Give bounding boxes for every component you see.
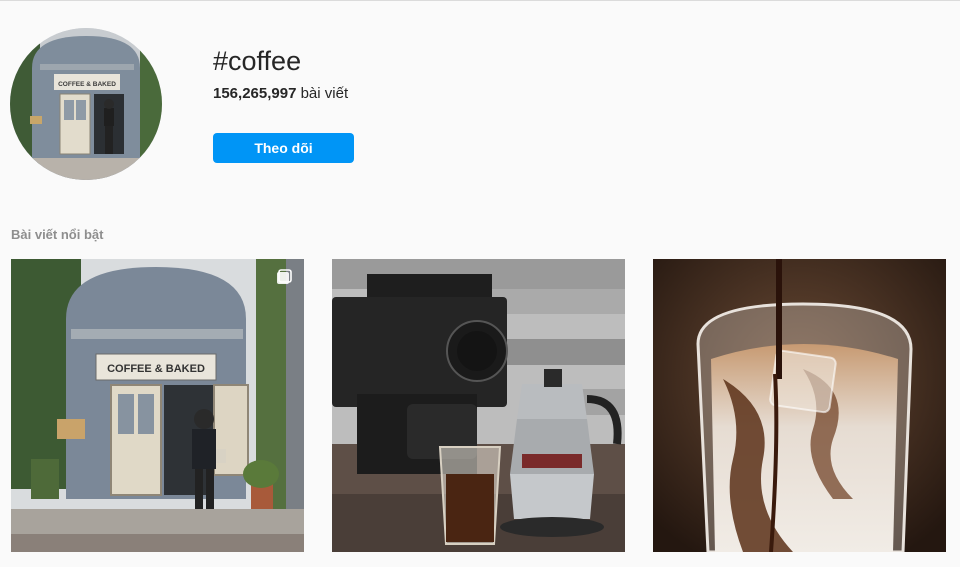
tile-sign-text: COFFEE & BAKED [107, 363, 205, 375]
top-posts-grid: COFFEE & BAKED [11, 259, 946, 552]
hashtag-title: #coffee [213, 46, 302, 76]
post-count: 156,265,997 bài viết [213, 85, 348, 103]
hashtag-info: #coffee 156,265,997 bài viết [213, 46, 348, 103]
post-image: COFFEE & BAKED [11, 259, 304, 552]
post-count-number: 156,265,997 [213, 85, 297, 102]
post-image [332, 259, 625, 552]
post-tile[interactable] [332, 259, 625, 552]
top-posts-title: Bài viết nổi bật [11, 227, 104, 242]
hashtag-header: COFFEE & BAKED #coffee 156,265,997 bài v… [10, 28, 950, 188]
post-tile[interactable]: COFFEE & BAKED [11, 259, 304, 552]
post-count-unit: bài viết [300, 85, 349, 102]
hashtag-avatar: COFFEE & BAKED [10, 28, 162, 180]
top-divider [0, 0, 960, 1]
post-tile[interactable] [653, 259, 946, 552]
follow-button[interactable]: Theo dõi [213, 133, 354, 163]
avatar-sign-text: COFFEE & BAKED [58, 81, 116, 88]
post-image [653, 259, 946, 552]
multiple-photos-icon [277, 269, 292, 284]
